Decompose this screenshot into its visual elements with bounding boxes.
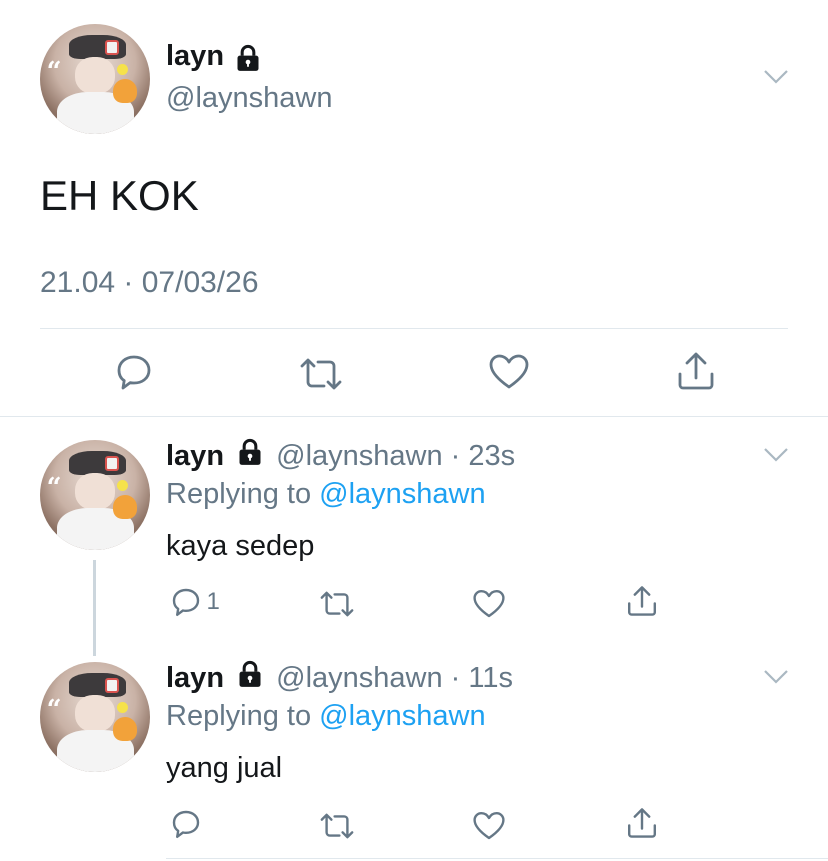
avatar-cap: [68, 35, 126, 60]
main-timestamp[interactable]: 21.04 · 07/03/26: [40, 266, 259, 300]
main-handle[interactable]: @laynshawn: [166, 82, 332, 115]
lock-icon: [236, 437, 264, 477]
reply-1-avatar[interactable]: “: [40, 440, 150, 550]
retweet-button[interactable]: [298, 354, 344, 394]
avatar-quote-mark: “: [46, 695, 62, 725]
reply-2-time[interactable]: 11s: [468, 662, 513, 694]
main-author-name-row: layn: [166, 40, 262, 80]
retweet-icon: [320, 591, 354, 617]
lock-icon: [236, 659, 264, 699]
replying-to-link[interactable]: @laynshawn: [319, 478, 485, 510]
reply-1-replying-to: Replying to @laynshawn: [166, 478, 486, 511]
avatar-face: [75, 695, 115, 733]
reply-1-header: layn @laynshawn · 23s: [166, 436, 515, 477]
avatar-toy: [112, 717, 137, 742]
replying-to-label: Replying to: [166, 478, 312, 510]
reply-1-share-button[interactable]: [626, 584, 658, 618]
reply-2-more-chevron-icon[interactable]: [762, 668, 790, 691]
retweet-icon: [320, 813, 354, 839]
reply-1-handle[interactable]: @laynshawn: [276, 440, 442, 472]
comment-bubble-icon: [117, 355, 151, 390]
avatar-flower: [117, 701, 128, 713]
avatar-toy: [112, 79, 137, 104]
lock-icon: [234, 44, 262, 77]
comment-bubble-icon: [172, 588, 200, 616]
bottom-divider: [166, 858, 828, 859]
reply-2-replying-to: Replying to @laynshawn: [166, 700, 486, 733]
main-avatar[interactable]: “: [40, 24, 150, 134]
reply-2-reply-button[interactable]: [170, 808, 202, 840]
separator-dot: ·: [442, 440, 469, 472]
reply-2-handle[interactable]: @laynshawn: [276, 662, 442, 694]
reply-2-retweet-button[interactable]: [318, 810, 356, 842]
reply-2-share-button[interactable]: [626, 806, 658, 840]
replying-to-link[interactable]: @laynshawn: [319, 700, 485, 732]
reply-1-retweet-button[interactable]: [318, 588, 356, 620]
heart-icon: [489, 354, 529, 389]
separator-dot: ·: [442, 662, 469, 694]
reply-2-header: layn @laynshawn · 11s: [166, 658, 513, 699]
reply-1-text: kaya sedep: [166, 530, 315, 562]
share-icon: [628, 808, 656, 838]
reply-1-like-button[interactable]: [472, 588, 506, 620]
reply-2-like-button[interactable]: [472, 810, 506, 842]
like-button[interactable]: [488, 352, 530, 392]
heart-icon: [473, 812, 505, 840]
replying-to-label: Replying to: [166, 700, 312, 732]
retweet-icon: [300, 358, 342, 390]
comment-bubble-icon: [172, 810, 200, 838]
share-icon: [678, 352, 714, 390]
reply-1-display-name[interactable]: layn: [166, 440, 224, 472]
section-divider: [0, 416, 828, 417]
avatar-quote-mark: “: [46, 57, 62, 87]
reply-1-more-chevron-icon[interactable]: [762, 446, 790, 469]
reply-1-reply-button[interactable]: 1: [170, 586, 220, 618]
avatar-cap: [68, 451, 126, 476]
main-tweet-text: EH KOK: [40, 172, 199, 219]
reply-button[interactable]: [114, 352, 154, 392]
reply-2-display-name[interactable]: layn: [166, 662, 224, 694]
main-more-chevron-icon[interactable]: [762, 68, 790, 91]
avatar-face: [75, 57, 115, 95]
thread-line: [93, 560, 96, 656]
avatar-toy: [112, 495, 137, 520]
reply-2-avatar[interactable]: “: [40, 662, 150, 772]
avatar-face: [75, 473, 115, 511]
reply-1-time[interactable]: 23s: [468, 440, 515, 472]
share-button[interactable]: [676, 350, 716, 392]
avatar-quote-mark: “: [46, 473, 62, 503]
reply-2-text: yang jual: [166, 752, 283, 784]
reply-count: 1: [206, 588, 220, 615]
main-divider: [40, 328, 788, 329]
avatar-flower: [117, 479, 128, 491]
main-display-name[interactable]: layn: [166, 40, 224, 72]
avatar-cap: [68, 673, 126, 698]
avatar-flower: [117, 63, 128, 75]
share-icon: [628, 586, 656, 616]
heart-icon: [473, 590, 505, 618]
